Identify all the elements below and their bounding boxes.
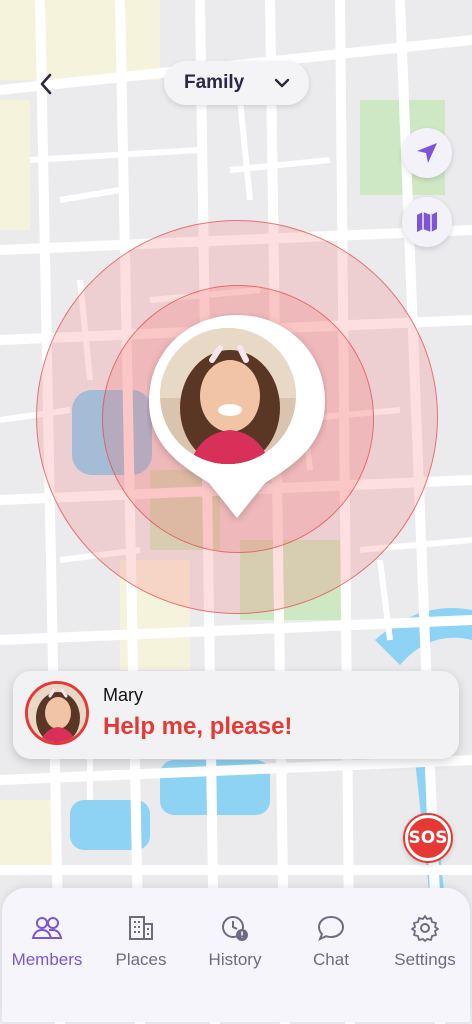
alert-message: Help me, please! xyxy=(103,713,293,740)
sos-label: SOS xyxy=(408,818,448,858)
sos-alert-card[interactable]: Mary Help me, please! xyxy=(13,671,459,759)
tab-settings[interactable]: Settings xyxy=(380,914,470,974)
map-icon xyxy=(417,212,437,232)
tab-places[interactable]: Places xyxy=(96,914,186,974)
chevron-down-icon xyxy=(274,78,290,88)
building-icon xyxy=(129,916,153,940)
member-avatar-photo xyxy=(160,328,296,464)
sos-button[interactable]: SOS xyxy=(403,813,453,863)
chevron-left-icon xyxy=(40,73,52,95)
tab-history[interactable]: History xyxy=(190,914,280,974)
member-location-pin[interactable] xyxy=(147,313,327,523)
back-button[interactable] xyxy=(28,66,64,102)
chat-bubble-icon xyxy=(317,915,345,941)
gear-icon xyxy=(411,915,439,942)
group-selector-label: Family xyxy=(184,72,245,93)
members-icon xyxy=(31,917,63,939)
my-location-button[interactable] xyxy=(402,128,452,178)
tab-places-label: Places xyxy=(115,950,167,969)
history-clock-icon xyxy=(222,916,248,941)
tab-members-label: Members xyxy=(11,950,83,969)
bottom-tab-bar: Members Places History Chat Settings xyxy=(2,888,470,1022)
alert-avatar xyxy=(25,681,89,745)
tab-history-label: History xyxy=(208,950,262,969)
tab-settings-label: Settings xyxy=(394,950,456,969)
map-layers-button[interactable] xyxy=(402,197,452,247)
tab-members[interactable]: Members xyxy=(2,914,92,974)
alert-sender-name: Mary xyxy=(103,685,143,705)
tab-chat[interactable]: Chat xyxy=(286,914,376,974)
tab-chat-label: Chat xyxy=(313,950,349,969)
group-selector-dropdown[interactable]: Family xyxy=(164,61,309,105)
navigation-arrow-icon xyxy=(417,143,437,163)
